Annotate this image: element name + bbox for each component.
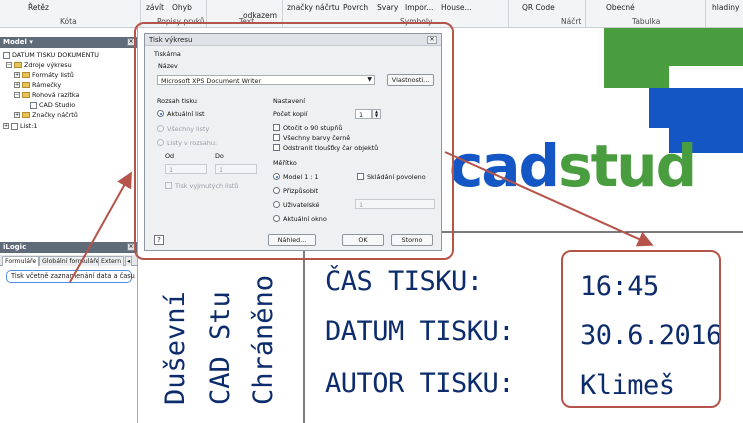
arrow-rule-to-dialog: [69, 171, 132, 283]
annotation-arrows: [69, 151, 654, 283]
arrow-dialog-to-values: [444, 151, 654, 247]
